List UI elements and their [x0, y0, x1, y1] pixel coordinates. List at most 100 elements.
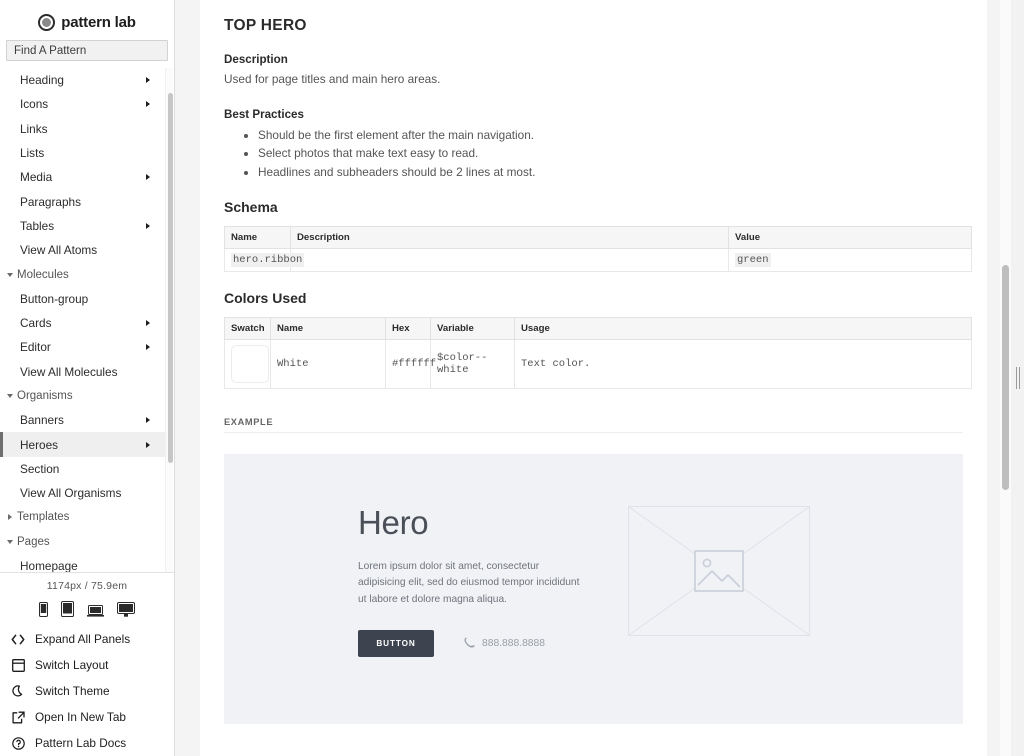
- sidebar-item-label: Media: [20, 170, 52, 184]
- chevron-right-icon[interactable]: [146, 417, 150, 423]
- column-header: Variable: [431, 317, 515, 339]
- chevron-right-icon[interactable]: [146, 101, 150, 107]
- hero-headline: Hero: [358, 506, 588, 539]
- sidebar-item-cards[interactable]: Cards: [0, 311, 166, 335]
- pattern-nav-list: Heading Icons Links Lists Media Paragraphs Tab…: [0, 68, 166, 572]
- sidebar-item-paragraphs[interactable]: Paragraphs: [0, 189, 166, 213]
- iframe-scrollbar-thumb[interactable]: [1002, 265, 1009, 490]
- external-link-icon: [11, 710, 25, 724]
- colors-used-table-body: White#ffffff$color--whiteText color.: [225, 339, 972, 388]
- chevron-right-icon[interactable]: [146, 77, 150, 83]
- sidebar-item-section[interactable]: Section: [0, 457, 166, 481]
- color-hex: #ffffff: [386, 339, 431, 388]
- chevron-right-icon[interactable]: [146, 174, 150, 180]
- hero-actions: BUTTON 888.888.8888: [358, 630, 588, 657]
- phone-handset-icon: [464, 637, 475, 651]
- pattern-documentation: TOP HERO Description Used for page title…: [200, 0, 987, 724]
- viewport-resize-handle[interactable]: [1011, 0, 1024, 756]
- sidebar-item-view-all-atoms[interactable]: View All Atoms: [0, 238, 166, 262]
- sidebar-item-editor[interactable]: Editor: [0, 335, 166, 359]
- tool-switch-layout[interactable]: Switch Layout: [0, 652, 174, 678]
- phone-icon[interactable]: [39, 602, 48, 617]
- chevron-right-icon[interactable]: [146, 320, 150, 326]
- sidebar-item-label: Homepage: [20, 559, 78, 573]
- sidebar-item-label: Cards: [20, 316, 51, 330]
- chevron-right-icon[interactable]: [146, 442, 150, 448]
- best-practice-item: Headlines and subheaders should be 2 lin…: [258, 163, 963, 181]
- search-input[interactable]: [6, 40, 168, 61]
- sidebar-item-heroes[interactable]: Heroes: [0, 432, 166, 456]
- sidebar-item-label: Icons: [20, 97, 48, 111]
- nav-group-molecules[interactable]: Molecules: [0, 262, 166, 286]
- schema-name-code: hero.ribbon: [231, 253, 304, 267]
- chevron-right-icon[interactable]: [146, 223, 150, 229]
- chevron-down-icon: [7, 273, 13, 277]
- page-title: TOP HERO: [224, 17, 963, 35]
- best-practice-item: Should be the first element after the ma…: [258, 126, 963, 144]
- laptop-icon[interactable]: [87, 604, 104, 617]
- sidebar-item-homepage[interactable]: Homepage: [0, 554, 166, 573]
- desktop-icon[interactable]: [117, 602, 135, 617]
- sidebar-item-heading[interactable]: Heading: [0, 68, 166, 92]
- table-row: White#ffffff$color--whiteText color.: [225, 339, 972, 388]
- hero-cta-button[interactable]: BUTTON: [358, 630, 434, 657]
- sidebar-item-label: Button-group: [20, 292, 88, 306]
- sidebar-scrollbar-thumb[interactable]: [168, 93, 173, 463]
- column-header: Hex: [386, 317, 431, 339]
- sidebar-item-banners[interactable]: Banners: [0, 408, 166, 432]
- example-label: EXAMPLE: [224, 417, 963, 433]
- best-practices-heading: Best Practices: [224, 108, 963, 121]
- nav-group-label: Templates: [17, 511, 69, 523]
- sidebar-item-media[interactable]: Media: [0, 165, 166, 189]
- tool-switch-theme[interactable]: Switch Theme: [0, 678, 174, 704]
- sidebar-scrollbar[interactable]: [165, 68, 173, 572]
- sidebar: pattern lab Heading Icons Links Lists Media P…: [0, 0, 175, 756]
- chevron-right-icon[interactable]: [146, 344, 150, 350]
- column-header: Name: [225, 226, 291, 248]
- schema-value: green: [729, 248, 972, 271]
- nav-group-organisms[interactable]: Organisms: [0, 384, 166, 408]
- tool-label: Switch Theme: [35, 684, 110, 698]
- sidebar-item-button-group[interactable]: Button-group: [0, 287, 166, 311]
- colors-used-heading: Colors Used: [224, 290, 963, 306]
- schema-value-code: green: [735, 253, 771, 267]
- image-placeholder-icon: [628, 506, 810, 636]
- best-practice-item: Select photos that make text easy to rea…: [258, 144, 963, 162]
- nav-group-pages[interactable]: Pages: [0, 530, 166, 554]
- tool-expand-all-panels[interactable]: Expand All Panels: [0, 626, 174, 652]
- tool-open-in-new-tab[interactable]: Open In New Tab: [0, 704, 174, 730]
- iframe-scrollbar[interactable]: [1000, 0, 1011, 756]
- tablet-icon[interactable]: [61, 601, 74, 617]
- sidebar-item-links[interactable]: Links: [0, 117, 166, 141]
- table-header-row: NameDescriptionValue: [225, 226, 972, 248]
- sidebar-item-icons[interactable]: Icons: [0, 92, 166, 116]
- column-header: Description: [291, 226, 729, 248]
- color-name: White: [271, 339, 386, 388]
- sidebar-item-label: View All Molecules: [20, 365, 117, 379]
- sidebar-item-view-all-organisms[interactable]: View All Organisms: [0, 481, 166, 505]
- pattern-lab-app: pattern lab Heading Icons Links Lists Media P…: [0, 0, 1024, 756]
- hero-example-stage: Hero Lorem ipsum dolor sit amet, consect…: [224, 454, 963, 724]
- sidebar-item-label: Tables: [20, 219, 54, 233]
- sidebar-item-view-all-molecules[interactable]: View All Molecules: [0, 360, 166, 384]
- sidebar-item-label: Heading: [20, 73, 64, 87]
- tool-label: Expand All Panels: [35, 632, 130, 646]
- moon-icon: [11, 684, 25, 698]
- sidebar-item-tables[interactable]: Tables: [0, 214, 166, 238]
- color-swatch-cell: [225, 339, 271, 388]
- description-heading: Description: [224, 53, 963, 66]
- hero-phone[interactable]: 888.888.8888: [464, 637, 545, 651]
- sidebar-tools: 1174px / 75.9em: [0, 573, 174, 756]
- tool-pattern-lab-docs[interactable]: Pattern Lab Docs: [0, 730, 174, 756]
- sidebar-item-lists[interactable]: Lists: [0, 141, 166, 165]
- sidebar-item-label: Section: [20, 462, 59, 476]
- nav-group-templates[interactable]: Templates: [0, 505, 166, 529]
- device-size-buttons: [0, 601, 174, 617]
- brand: pattern lab: [0, 0, 174, 40]
- sidebar-item-label: View All Atoms: [20, 243, 97, 257]
- description-text: Used for page titles and main hero areas…: [224, 71, 963, 88]
- sidebar-item-label: Lists: [20, 146, 44, 160]
- hero-text-column: Hero Lorem ipsum dolor sit amet, consect…: [358, 506, 588, 658]
- sidebar-item-label: View All Organisms: [20, 486, 121, 500]
- colors-used-table: SwatchNameHexVariableUsage White#ffffff$…: [224, 317, 972, 389]
